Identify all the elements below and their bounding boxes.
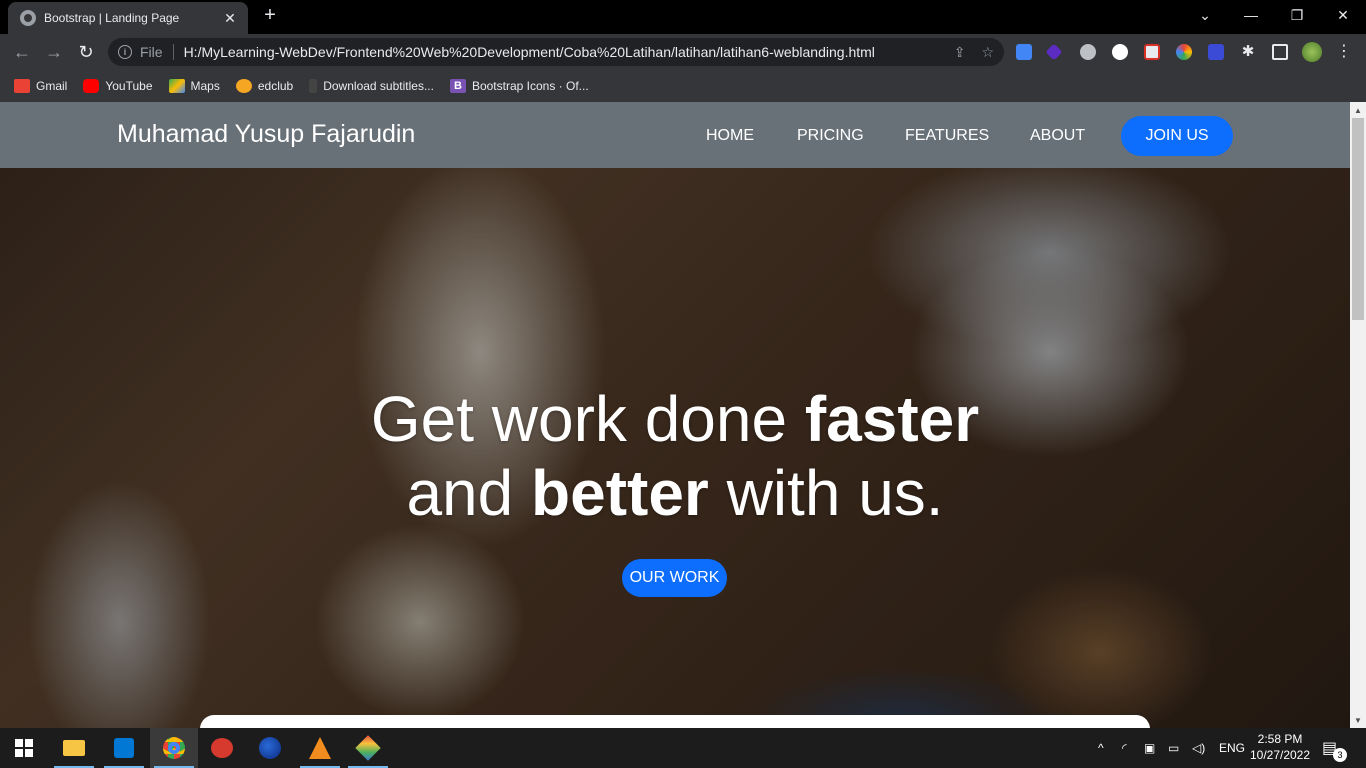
bookmark-label: Maps: [190, 79, 220, 93]
calendar-extension-icon[interactable]: [1144, 44, 1160, 60]
restore-icon[interactable]: ❐: [1274, 0, 1320, 30]
clock-time: 2:58 PM: [1257, 732, 1303, 746]
bookmark-label: Download subtitles...: [323, 79, 434, 93]
hero-headline: Get work done faster and better with us.: [0, 382, 1350, 530]
tomato-timer-icon[interactable]: [198, 728, 246, 768]
chrome-taskbar-icon[interactable]: [150, 728, 198, 768]
tab-search-icon[interactable]: ⌄: [1182, 0, 1228, 30]
info-icon[interactable]: i: [118, 45, 132, 59]
site-brand[interactable]: Muhamad Yusup Fajarudin: [117, 120, 415, 149]
color-picker-extension-icon[interactable]: [1176, 44, 1192, 60]
headline-light: and: [406, 457, 514, 529]
settings-extension-icon[interactable]: [1080, 44, 1096, 60]
bookmarks-bar: Gmail YouTube Maps edclub Download subti…: [0, 70, 1366, 102]
arrow-extension-icon[interactable]: [1112, 44, 1128, 60]
screenshot-extension-icon[interactable]: [1208, 44, 1224, 60]
bookmark-gmail[interactable]: Gmail: [14, 79, 67, 93]
bookmark-label: Gmail: [36, 79, 68, 93]
scrollbar-thumb[interactable]: [1352, 118, 1364, 320]
volume-icon[interactable]: ◁): [1192, 728, 1205, 768]
gem-extension-icon[interactable]: [1045, 43, 1063, 61]
show-hidden-icons-icon[interactable]: ^: [1098, 728, 1104, 768]
page-scrollbar[interactable]: ▲ ▼: [1350, 102, 1366, 728]
info-panel: [200, 715, 1150, 728]
nav-home[interactable]: HOME: [706, 127, 754, 145]
bookmark-star-icon[interactable]: ☆: [981, 44, 994, 61]
firefox-icon[interactable]: [246, 728, 294, 768]
close-tab-icon[interactable]: ✕: [222, 10, 238, 27]
divider: [172, 44, 174, 60]
notification-badge: 3: [1333, 748, 1347, 762]
clock-date: 10/27/2022: [1249, 748, 1311, 762]
subtitles-icon: [309, 79, 318, 93]
edclub-icon: [235, 79, 252, 93]
language-indicator[interactable]: ENG: [1219, 728, 1245, 768]
minimize-icon[interactable]: —: [1228, 0, 1274, 30]
bookmark-youtube[interactable]: YouTube: [83, 79, 153, 93]
bookmark-subtitles[interactable]: Download subtitles...: [309, 79, 434, 93]
bookmark-label: YouTube: [105, 79, 153, 93]
forward-icon[interactable]: →: [42, 40, 66, 64]
new-tab-icon[interactable]: +: [258, 4, 282, 27]
maps-icon: [168, 79, 185, 93]
nav-features[interactable]: FEATURES: [905, 127, 989, 145]
back-icon[interactable]: ←: [10, 40, 34, 64]
browser-chrome: Bootstrap | Landing Page ✕ + ⌄ — ❐ ✕ ← →…: [0, 0, 1366, 102]
our-work-button[interactable]: OUR WORK: [622, 559, 727, 597]
windows-taskbar: ^ ◜ ▣ ▭ ◁) ENG 2:58 PM 10/27/2022 ▤ 3: [0, 728, 1366, 768]
scroll-down-icon[interactable]: ▼: [1350, 712, 1366, 728]
browser-tab[interactable]: Bootstrap | Landing Page ✕: [8, 2, 248, 34]
windows-start-icon[interactable]: [0, 728, 48, 768]
side-panel-icon[interactable]: [1272, 44, 1288, 60]
youtube-icon: [83, 79, 100, 93]
nav-pricing[interactable]: PRICING: [797, 127, 864, 145]
nav-about[interactable]: ABOUT: [1030, 127, 1085, 145]
bookmark-bootstrap-icons[interactable]: B Bootstrap Icons · Of...: [449, 79, 589, 93]
profile-avatar[interactable]: [1302, 42, 1322, 62]
browser-toolbar: ← → ↻ i File H:/MyLearning-WebDev/Fronte…: [0, 34, 1366, 70]
file-explorer-icon[interactable]: [50, 728, 98, 768]
headline-light: with us.: [726, 457, 944, 529]
bookmark-label: edclub: [257, 79, 294, 93]
globe-icon: [20, 10, 36, 26]
reload-icon[interactable]: ↻: [74, 40, 98, 64]
web-page: Muhamad Yusup Fajarudin HOME PRICING FEA…: [0, 102, 1350, 728]
bootstrap-icon: B: [449, 79, 466, 93]
close-window-icon[interactable]: ✕: [1320, 0, 1366, 30]
git-app-icon[interactable]: [344, 728, 392, 768]
vlc-icon[interactable]: [296, 728, 344, 768]
bookmark-label: Bootstrap Icons · Of...: [471, 79, 589, 93]
site-navbar: Muhamad Yusup Fajarudin HOME PRICING FEA…: [0, 102, 1350, 168]
system-clock[interactable]: 2:58 PM 10/27/2022: [1244, 731, 1316, 763]
tab-title: Bootstrap | Landing Page: [44, 11, 180, 25]
bookmark-edclub[interactable]: edclub: [235, 79, 294, 93]
address-bar[interactable]: i File H:/MyLearning-WebDev/Frontend%20W…: [108, 38, 1004, 66]
battery-icon[interactable]: ▭: [1168, 728, 1179, 768]
translate-extension-icon[interactable]: [1016, 44, 1032, 60]
bookmark-maps[interactable]: Maps: [168, 79, 220, 93]
gmail-icon: [14, 79, 30, 93]
extensions-puzzle-icon[interactable]: ✱: [1240, 44, 1256, 60]
security-icon[interactable]: ▣: [1144, 728, 1155, 768]
headline-bold: better: [531, 457, 709, 529]
wifi-icon[interactable]: ◜: [1122, 728, 1127, 768]
tab-strip: Bootstrap | Landing Page ✕ + ⌄ — ❐ ✕: [0, 0, 1366, 34]
scroll-up-icon[interactable]: ▲: [1350, 102, 1366, 118]
url-scheme-label: File: [140, 44, 163, 60]
vscode-icon[interactable]: [100, 728, 148, 768]
headline-light: Get work done: [370, 383, 788, 455]
share-icon[interactable]: ⇪: [954, 44, 966, 61]
menu-kebab-icon[interactable]: ⋮: [1336, 44, 1352, 60]
join-us-button[interactable]: JOIN US: [1121, 116, 1233, 156]
url-text[interactable]: H:/MyLearning-WebDev/Frontend%20Web%20De…: [184, 44, 938, 60]
notification-center-icon[interactable]: ▤: [1322, 728, 1337, 768]
headline-bold: faster: [804, 383, 980, 455]
